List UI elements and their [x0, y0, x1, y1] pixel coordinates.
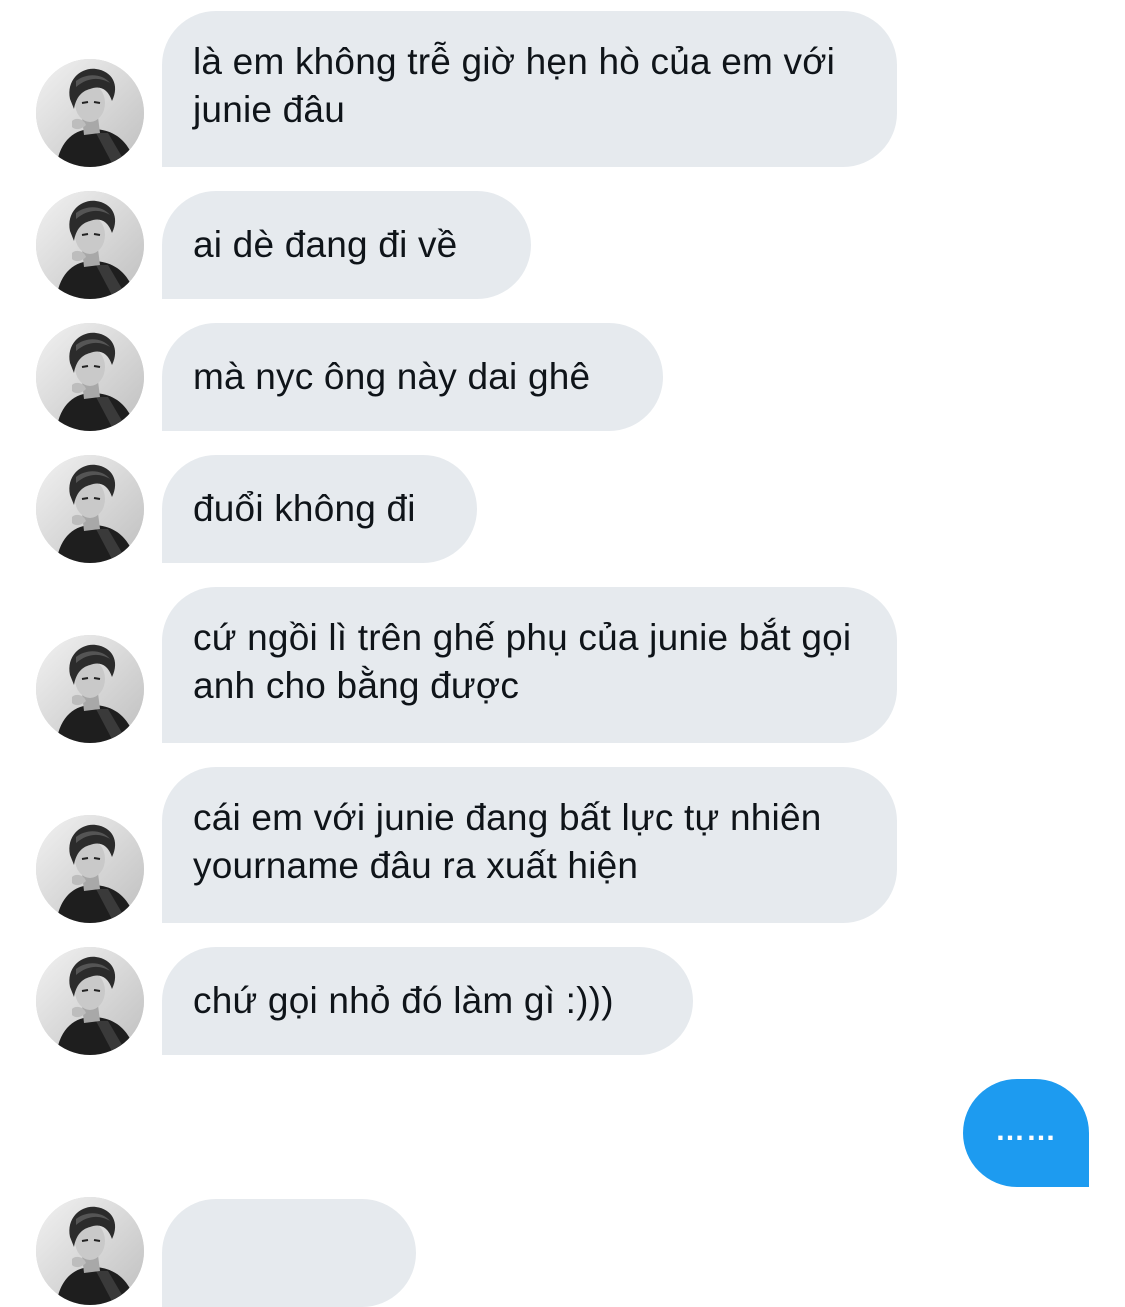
message-text: là em không trễ giờ hẹn hò của em với ju… [193, 41, 836, 130]
sender-avatar[interactable] [36, 59, 144, 167]
received-message-bubble[interactable]: ai dè đang đi về [162, 191, 531, 299]
received-message-bubble[interactable]: cứ ngồi lì trên ghế phụ của junie bắt gọ… [162, 587, 897, 743]
message-text: cái em với junie đang bất lực tự nhiên y… [193, 797, 822, 886]
received-message-bubble[interactable] [162, 1199, 416, 1307]
sender-avatar[interactable] [36, 191, 144, 299]
sender-avatar[interactable] [36, 635, 144, 743]
message-text: mà nyc ông này dai ghê [193, 356, 591, 397]
sender-avatar[interactable] [36, 947, 144, 1055]
message-text: cứ ngồi lì trên ghế phụ của junie bắt gọ… [193, 617, 852, 706]
received-message-bubble[interactable]: mà nyc ông này dai ghê [162, 323, 663, 431]
sender-avatar[interactable] [36, 1197, 144, 1305]
message-text: đuổi không đi [193, 488, 416, 529]
message-text: chứ gọi nhỏ đó làm gì :))) [193, 980, 614, 1021]
profile-photo-icon [36, 635, 144, 743]
message-text: …… [995, 1114, 1057, 1147]
received-message-bubble[interactable]: đuổi không đi [162, 455, 477, 563]
received-message-bubble[interactable]: cái em với junie đang bất lực tự nhiên y… [162, 767, 897, 923]
sender-avatar[interactable] [36, 323, 144, 431]
profile-photo-icon [36, 947, 144, 1055]
message-text: ai dè đang đi về [193, 224, 458, 265]
sender-avatar[interactable] [36, 815, 144, 923]
profile-photo-icon [36, 815, 144, 923]
sender-avatar[interactable] [36, 455, 144, 563]
profile-photo-icon [36, 59, 144, 167]
conversation-thread: là em không trễ giờ hẹn hò của em với ju… [0, 0, 1125, 1307]
received-message-bubble[interactable]: là em không trễ giờ hẹn hò của em với ju… [162, 11, 897, 167]
sent-message-bubble[interactable]: …… [963, 1079, 1089, 1187]
profile-photo-icon [36, 191, 144, 299]
profile-photo-icon [36, 455, 144, 563]
profile-photo-icon [36, 323, 144, 431]
profile-photo-icon [36, 1197, 144, 1305]
received-message-bubble[interactable]: chứ gọi nhỏ đó làm gì :))) [162, 947, 693, 1055]
